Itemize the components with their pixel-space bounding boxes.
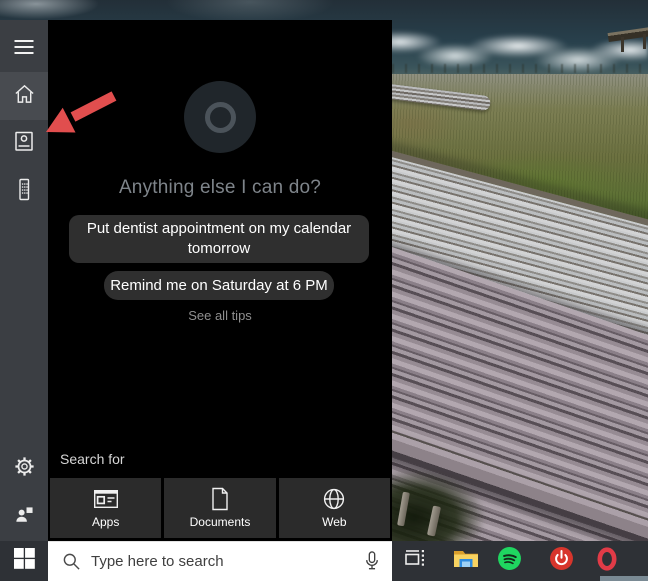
spotify-icon bbox=[497, 546, 522, 576]
category-apps-label: Apps bbox=[91, 515, 120, 529]
see-all-tips-link[interactable]: See all tips bbox=[48, 308, 392, 323]
spotify-button[interactable] bbox=[486, 541, 533, 581]
file-explorer-icon bbox=[453, 548, 479, 574]
power-app-button[interactable] bbox=[538, 541, 585, 581]
cortana-logo bbox=[184, 81, 256, 153]
cortana-panel: Anything else I can do? Put dentist appo… bbox=[48, 20, 392, 541]
microphone-icon[interactable] bbox=[364, 551, 380, 572]
sidebar-item-devices[interactable] bbox=[0, 168, 48, 216]
home-icon bbox=[13, 83, 36, 110]
windows-logo-icon bbox=[13, 548, 35, 574]
wallpaper-shelter-leg bbox=[643, 34, 646, 49]
feedback-icon bbox=[13, 503, 36, 531]
opera-icon bbox=[595, 546, 619, 577]
category-web-button[interactable]: Web bbox=[278, 478, 390, 538]
background-window-peek bbox=[600, 576, 648, 581]
sidebar-item-home[interactable] bbox=[0, 72, 48, 120]
search-category-row: Apps Documents Web bbox=[50, 478, 390, 538]
magnifier-icon bbox=[62, 552, 81, 571]
taskbar-search-box[interactable] bbox=[48, 541, 392, 581]
power-icon bbox=[549, 546, 574, 576]
hamburger-icon bbox=[14, 39, 34, 60]
devices-icon bbox=[13, 178, 35, 206]
sidebar-item-settings[interactable] bbox=[0, 445, 48, 493]
gear-icon bbox=[13, 455, 36, 483]
category-documents-button[interactable]: Documents bbox=[164, 478, 276, 538]
wallpaper-shelter-leg bbox=[621, 37, 624, 52]
start-button[interactable] bbox=[0, 541, 48, 581]
globe-icon bbox=[322, 486, 346, 512]
category-web-label: Web bbox=[322, 515, 347, 529]
desktop: Anything else I can do? Put dentist appo… bbox=[0, 0, 648, 581]
suggestion-chip-calendar[interactable]: Put dentist appointment on my calendar t… bbox=[69, 215, 369, 263]
cortana-ring-icon bbox=[204, 101, 236, 133]
task-view-icon bbox=[404, 549, 427, 573]
suggestion-chip-reminder[interactable]: Remind me on Saturday at 6 PM bbox=[104, 271, 334, 300]
cortana-heading: Anything else I can do? bbox=[118, 177, 322, 198]
sidebar-item-notebook[interactable] bbox=[0, 120, 48, 168]
search-input[interactable] bbox=[91, 542, 364, 581]
cortana-sidebar bbox=[0, 20, 48, 541]
file-explorer-button[interactable] bbox=[442, 541, 489, 581]
task-view-button[interactable] bbox=[392, 541, 439, 581]
apps-window-icon bbox=[93, 486, 119, 512]
sidebar-item-feedback[interactable] bbox=[0, 493, 48, 541]
category-apps-button[interactable]: Apps bbox=[50, 478, 162, 538]
sidebar-menu-button[interactable] bbox=[0, 25, 48, 73]
document-icon bbox=[210, 486, 230, 512]
notebook-icon bbox=[13, 130, 35, 158]
search-for-label: Search for bbox=[60, 451, 125, 467]
opera-button[interactable] bbox=[583, 541, 630, 581]
wallpaper-fence bbox=[392, 64, 648, 73]
category-documents-label: Documents bbox=[189, 515, 251, 529]
taskbar bbox=[0, 541, 648, 581]
